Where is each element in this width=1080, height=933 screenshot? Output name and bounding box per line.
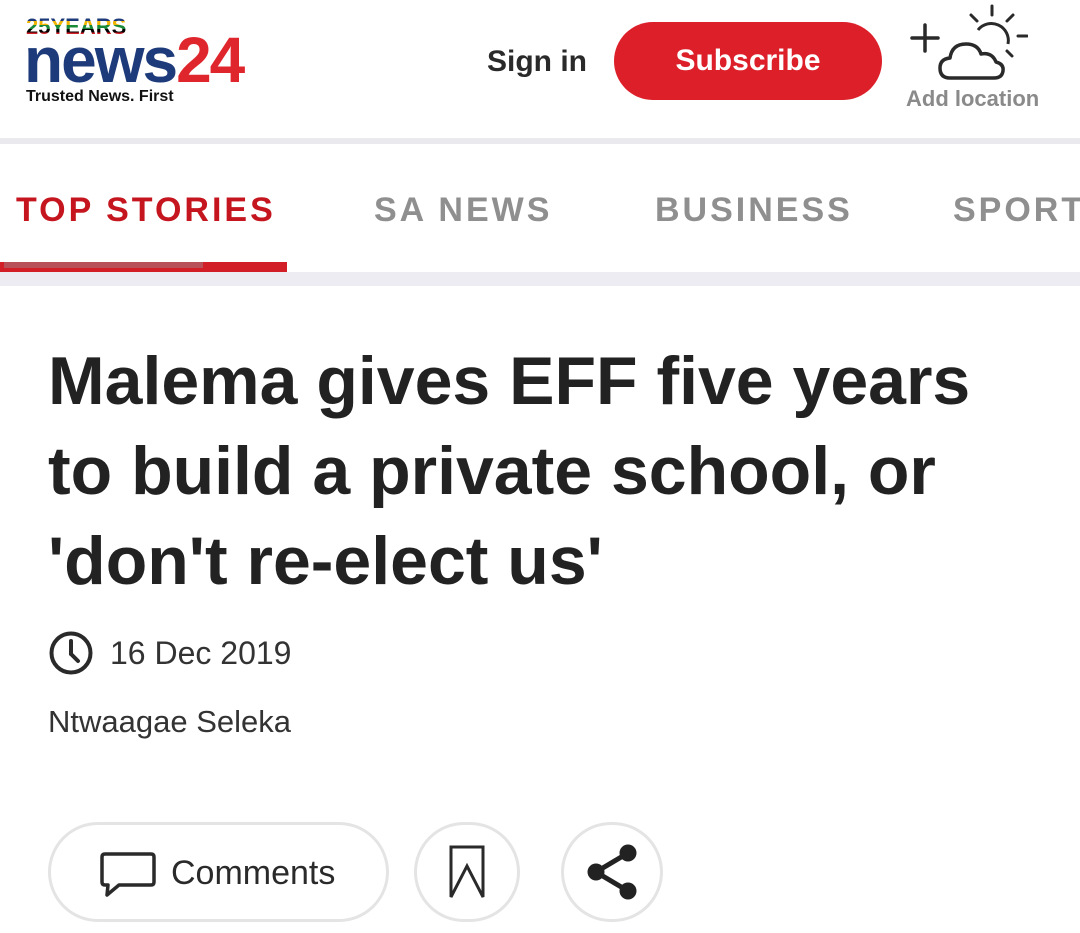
section-tabs: TOP STORIES SA NEWS BUSINESS SPORT [0,144,1080,272]
comments-label: Comments [171,854,336,892]
logo-wordmark: news24 [24,28,245,92]
article-date: 16 Dec 2019 [110,634,292,671]
article-date-row: 16 Dec 2019 [48,628,291,678]
tab-scroll-indicator [4,262,203,268]
news24-logo[interactable]: 25YEARS news24 Trusted News. First [24,14,254,114]
tab-sport[interactable]: SPORT [953,190,1080,230]
comments-button[interactable]: Comments [48,822,389,922]
add-weather-icon [910,4,1028,80]
article-headline: Malema gives EFF five years to build a p… [48,343,971,599]
sign-in-link[interactable]: Sign in [487,40,587,84]
bookmark-button[interactable] [414,822,520,922]
share-icon [587,844,637,900]
tab-business[interactable]: BUSINESS [655,190,853,230]
nav-divider [0,272,1080,286]
tab-top-stories[interactable]: TOP STORIES [16,190,276,230]
logo-news-text: news [24,24,178,96]
tab-sa-news[interactable]: SA NEWS [374,190,552,230]
site-header: 25YEARS news24 Trusted News. First Sign … [0,0,1080,138]
logo-tagline: Trusted News. First [26,88,174,105]
subscribe-button[interactable]: Subscribe [614,22,882,100]
add-location-label: Add location [906,86,1040,111]
logo-24-text: 24 [176,24,245,96]
share-button[interactable] [561,822,663,922]
add-location-button[interactable]: Add location [900,4,1050,114]
comment-icon [100,852,156,897]
clock-icon [49,631,93,675]
bookmark-icon [449,845,485,898]
article-author[interactable]: Ntwaagae Seleka [48,704,291,740]
